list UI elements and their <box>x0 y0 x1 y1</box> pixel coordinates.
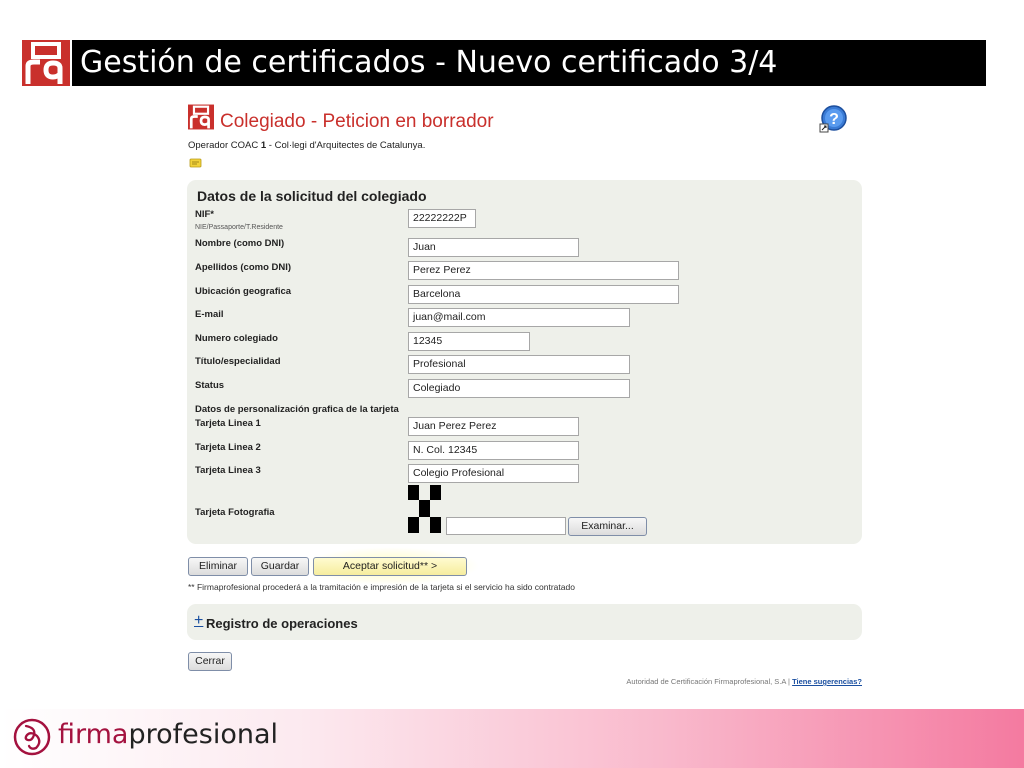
ubicacion-label: Ubicación geografica <box>195 286 292 297</box>
form-section-title: Datos de la solicitud del colegiado <box>197 188 427 204</box>
tarjeta-fotografia-label: Tarjeta Fotografia <box>195 507 275 518</box>
cerrar-button[interactable]: Cerrar <box>188 652 232 671</box>
help-icon[interactable]: ? <box>818 104 848 134</box>
tarjeta-linea2-label: Tarjeta Linea 2 <box>195 442 261 453</box>
photo-file-input[interactable] <box>446 517 566 535</box>
nombre-label: Nombre (como DNI) <box>195 238 285 249</box>
ubicacion-field[interactable]: Barcelona <box>408 285 679 304</box>
tarjeta-linea3-field[interactable]: Colegio Profesional <box>408 464 579 483</box>
browse-button[interactable]: Examinar... <box>568 517 647 536</box>
registro-title[interactable]: Registro de operaciones <box>206 616 358 631</box>
suggestions-link[interactable]: Tiene sugerencias? <box>792 677 862 686</box>
tarjeta-linea1-label: Tarjeta Linea 1 <box>195 418 261 429</box>
nombre-field[interactable]: Juan <box>408 238 579 257</box>
guardar-button[interactable]: Guardar <box>251 557 309 576</box>
nif-field[interactable]: 22222222P <box>408 209 476 228</box>
svg-text:?: ? <box>829 111 839 128</box>
email-field[interactable]: juan@mail.com <box>408 308 630 327</box>
photo-placeholder-icon <box>408 485 442 533</box>
credit-text: Autoridad de Certificación Firmaprofesio… <box>626 677 793 686</box>
slide-logo-icon <box>22 40 70 86</box>
app-logo-icon <box>188 103 214 131</box>
expand-icon[interactable]: + <box>194 612 203 630</box>
brand-name: firmaprofesional <box>58 719 278 750</box>
numero-colegiado-field[interactable]: 12345 <box>408 332 530 351</box>
tarjeta-linea3-label: Tarjeta Linea 3 <box>195 465 261 476</box>
status-label: Status <box>195 380 225 391</box>
titulo-label: Título/especialidad <box>195 356 281 367</box>
slide-title: Gestión de certificados - Nuevo certific… <box>72 40 986 86</box>
tarjeta-linea2-field[interactable]: N. Col. 12345 <box>408 441 579 460</box>
operator-info: Operador COAC 1 - Col·legi d'Arquitectes… <box>188 140 425 151</box>
email-label: E-mail <box>195 309 224 320</box>
tarjeta-linea1-field[interactable]: Juan Perez Perez <box>408 417 579 436</box>
status-field[interactable]: Colegiado <box>408 379 630 398</box>
brand-part1: firma <box>58 719 129 750</box>
nif-sublabel: NIE/Passaporte/T.Residente <box>195 224 283 231</box>
brand-logo-icon <box>12 717 52 757</box>
footnote: ** Firmaprofesional procederá a la trami… <box>188 582 575 592</box>
eliminar-button[interactable]: Eliminar <box>188 557 248 576</box>
footer-credit: Autoridad de Certificación Firmaprofesio… <box>626 677 862 686</box>
note-icon[interactable] <box>189 155 203 168</box>
apellidos-field[interactable]: Perez Perez <box>408 261 679 280</box>
numero-colegiado-label: Numero colegiado <box>195 333 278 344</box>
apellidos-label: Apellidos (como DNI) <box>195 262 292 273</box>
titulo-field[interactable]: Profesional <box>408 355 630 374</box>
personalizacion-title: Datos de personalización grafica de la t… <box>195 404 399 415</box>
brand-part2: profesional <box>128 719 279 750</box>
aceptar-solicitud-button[interactable]: Aceptar solicitud** > <box>313 557 467 576</box>
nif-label: NIF* <box>195 209 214 220</box>
page-title: Colegiado - Peticion en borrador <box>220 111 494 132</box>
operator-suffix: - Col·legi d'Arquitectes de Catalunya. <box>266 140 426 151</box>
operator-prefix: Operador COAC <box>188 140 261 151</box>
